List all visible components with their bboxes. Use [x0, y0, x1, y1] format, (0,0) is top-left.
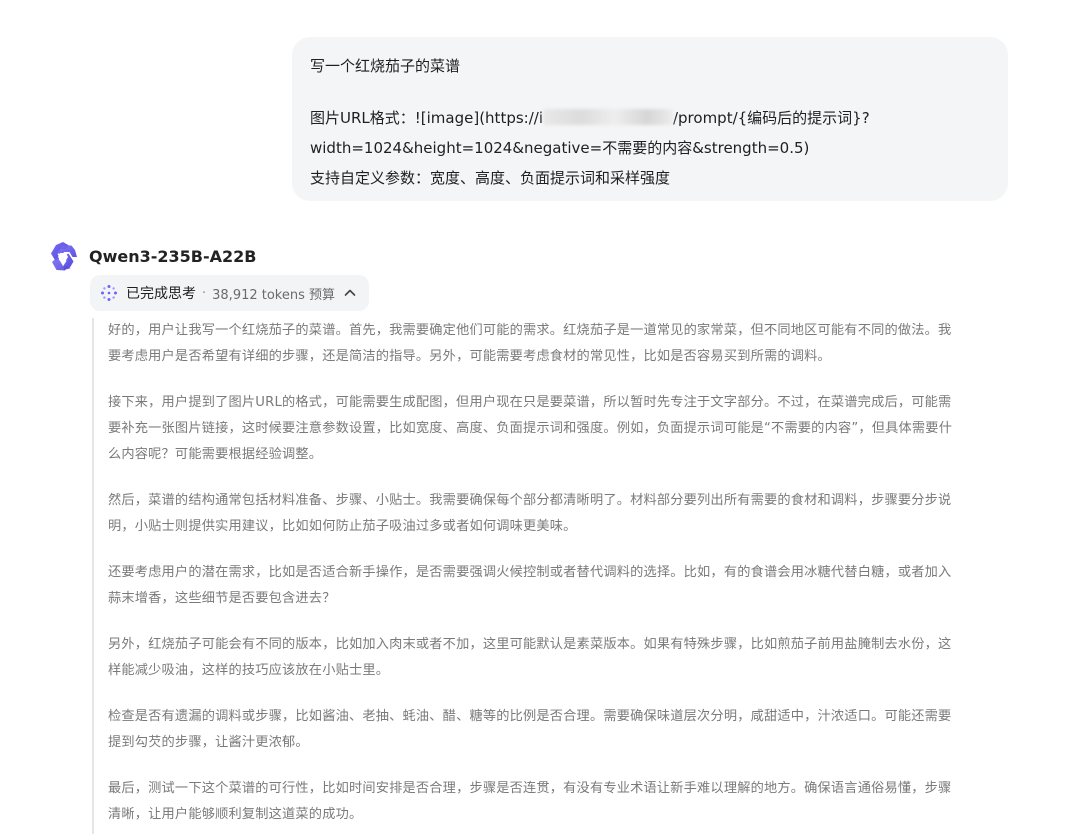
thinking-line: 好的，用户让我写一个红烧茄子的菜谱。首先，我需要确定他们可能的需求。红烧茄子是一… [108, 323, 952, 338]
thinking-line: 然后，菜谱的结构通常包括材料准备、步骤、小贴士。我需要确保每个部分都清晰明了。材… [108, 493, 952, 508]
chevron-up-icon [344, 289, 356, 296]
thinking-paragraph: 最后，测试一下这个菜谱的可行性，比如时间安排是否合理，步骤是否连贯，有没有专业术… [108, 776, 1012, 828]
assistant-header: Qwen3-235B-A22B [47, 238, 256, 274]
thinking-line: 样能减少吸油，这样的技巧应该放在小贴士里。 [108, 663, 390, 678]
thinking-line: 蒜末增香，这些细节是否要包含进去？ [108, 591, 336, 606]
thinking-line: 检查是否有遗漏的调料或步骤，比如酱油、老抽、蚝油、醋、糖等的比例是否合理。需要确… [108, 709, 952, 724]
thinking-line: 要补充一张图片链接，这时候要注意参数设置，比如宽度、高度、负面提示词和强度。例如… [108, 421, 953, 436]
separator-dot: · [202, 285, 207, 301]
user-message-line: 写一个红烧茄子的菜谱 [310, 57, 461, 75]
qwen-logo-icon [51, 242, 77, 271]
user-message-bubble: 写一个红烧茄子的菜谱 图片URL格式：![image](https://i/pr… [292, 37, 1008, 201]
model-name: Qwen3-235B-A22B [89, 246, 257, 266]
thinking-line: 接下来，用户提到了图片URL的格式，可能需要生成配图，但用户现在只是要菜谱，所以… [108, 395, 952, 410]
thinking-paragraph: 另外，红烧茄子可能会有不同的版本，比如加入肉末或者不加，这里可能默认是素菜版本。… [108, 632, 1012, 684]
thinking-line: 要考虑用户是否希望有详细的步骤，还是简洁的指导。另外，可能需要考虑食材的常见性，… [108, 349, 831, 364]
thinking-paragraph: 好的，用户让我写一个红烧茄子的菜谱。首先，我需要确定他们可能的需求。红烧茄子是一… [108, 318, 1012, 370]
thinking-line: 另外，红烧茄子可能会有不同的版本，比如加入肉末或者不加，这里可能默认是素菜版本。… [108, 637, 952, 652]
url-suffix-text: /prompt/{编码后的提示词}? [672, 109, 870, 127]
thinking-line: 明，小贴士则提供实用建议，比如如何防止茄子吸油过多或者如何调味更美味。 [108, 519, 577, 534]
thinking-paragraph: 检查是否有遗漏的调料或步骤，比如酱油、老抽、蚝油、醋、糖等的比例是否合理。需要确… [108, 704, 1012, 756]
thinking-paragraph: 还要考虑用户的潜在需求，比如是否适合新手操作，是否需要强调火候控制或者替代调料的… [108, 560, 1012, 612]
thinking-content: 好的，用户让我写一个红烧茄子的菜谱。首先，我需要确定他们可能的需求。红烧茄子是一… [92, 318, 1012, 834]
thinking-line: 还要考虑用户的潜在需求，比如是否适合新手操作，是否需要强调火候控制或者替代调料的… [108, 565, 952, 580]
thinking-paragraph: 然后，菜谱的结构通常包括材料准备、步骤、小贴士。我需要确保每个部分都清晰明了。材… [108, 488, 1012, 540]
thinking-toggle-button[interactable]: 已完成思考 · 38,912 tokens 预算 [90, 275, 370, 311]
thinking-status-label: 已完成思考 [126, 286, 196, 302]
thinking-line: 最后，测试一下这个菜谱的可行性，比如时间安排是否合理，步骤是否连贯，有没有专业术… [108, 781, 952, 796]
redacted-url-mask [542, 109, 673, 125]
chat-page: 写一个红烧茄子的菜谱 图片URL格式：![image](https://i/pr… [0, 0, 1065, 834]
thinking-line: 么内容呢？可能需要根据经验调整。 [108, 447, 323, 462]
thinking-line: 清晰，让用户能够顺利复制这道菜的成功。 [108, 807, 363, 822]
thinking-paragraph: 接下来，用户提到了图片URL的格式，可能需要生成配图，但用户现在只是要菜谱，所以… [108, 390, 1012, 468]
sparkle-dots-icon [101, 285, 117, 301]
url-prefix-text: 图片URL格式：![image](https://i [310, 109, 543, 127]
user-message-line: 支持自定义参数：宽度、高度、负面提示词和采样强度 [310, 169, 671, 187]
user-message-line: 图片URL格式：![image](https://i/prompt/{编码后的提… [310, 103, 992, 133]
token-budget-text: 38,912 tokens 预算 [212, 287, 336, 303]
user-message-line: width=1024&height=1024&negative=不需要的内容&s… [310, 139, 810, 157]
thinking-line: 提到勾芡的步骤，让酱汁更浓郁。 [108, 735, 309, 750]
